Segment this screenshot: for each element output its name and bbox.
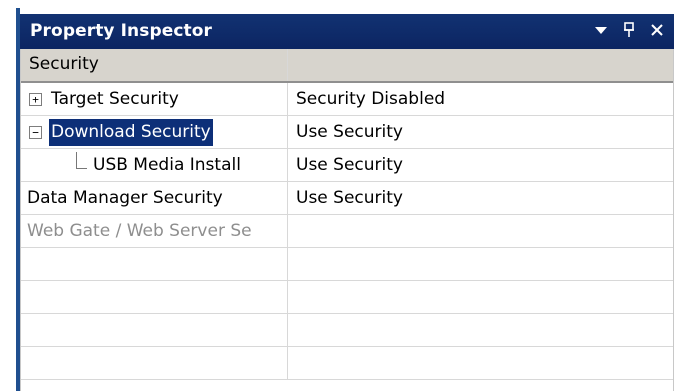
pin-icon-glyph: [624, 22, 634, 37]
property-value-cell[interactable]: Use Security: [288, 182, 673, 214]
property-name-cell[interactable]: − Download Security: [21, 116, 288, 148]
property-name: Web Gate / Web Server Se: [27, 221, 252, 241]
title-bar-controls: [592, 20, 666, 40]
property-name: USB Media Install: [93, 155, 241, 175]
property-value: Security Disabled: [296, 89, 446, 109]
panel-title: Property Inspector: [30, 21, 213, 41]
collapse-minus-icon[interactable]: −: [29, 125, 42, 139]
close-icon[interactable]: [648, 20, 666, 40]
tree-connector-icon: [76, 151, 87, 169]
empty-value-cell: [288, 248, 673, 280]
dropdown-arrow-icon[interactable]: [592, 20, 610, 40]
property-value: Use Security: [296, 155, 403, 175]
empty-name-cell: [21, 248, 288, 280]
pin-icon[interactable]: [620, 20, 638, 40]
property-value: Use Security: [296, 188, 403, 208]
header-security: Security: [21, 49, 288, 81]
table-row-download-security[interactable]: − Download Security Use Security: [21, 116, 673, 149]
title-bar[interactable]: Property Inspector: [20, 14, 674, 49]
table-row-empty: [21, 347, 673, 380]
table-row-web-gate-security[interactable]: Web Gate / Web Server Se: [21, 215, 673, 248]
property-grid: Security + Target Security Security Disa…: [20, 49, 674, 391]
property-value: Use Security: [296, 122, 403, 142]
table-row-data-manager-security[interactable]: Data Manager Security Use Security: [21, 182, 673, 215]
property-name-cell[interactable]: + Target Security: [21, 83, 288, 115]
table-row-usb-media-install[interactable]: USB Media Install Use Security: [21, 149, 673, 182]
table-row-empty: [21, 314, 673, 347]
grid-rows: + Target Security Security Disabled − Do…: [21, 83, 673, 380]
empty-value-cell: [288, 281, 673, 313]
empty-name-cell: [21, 314, 288, 346]
property-inspector-window: Property Inspector Security + Target Sec…: [0, 0, 683, 391]
property-value-cell[interactable]: Use Security: [288, 149, 673, 181]
grid-header: Security: [21, 49, 673, 83]
empty-name-cell: [21, 347, 288, 379]
property-name-cell[interactable]: Web Gate / Web Server Se: [21, 215, 288, 247]
property-name: Target Security: [51, 89, 179, 109]
property-name-cell[interactable]: USB Media Install: [21, 149, 288, 181]
header-value: [288, 49, 673, 81]
empty-value-cell: [288, 347, 673, 379]
empty-value-cell: [288, 314, 673, 346]
property-name-cell[interactable]: Data Manager Security: [21, 182, 288, 214]
property-name: Data Manager Security: [27, 188, 223, 208]
selected-property-name: Download Security: [49, 118, 213, 146]
close-icon-glyph: [651, 24, 663, 36]
property-value-cell[interactable]: [288, 215, 673, 247]
table-row-empty: [21, 248, 673, 281]
empty-name-cell: [21, 281, 288, 313]
table-row-empty: [21, 281, 673, 314]
property-value-cell[interactable]: Use Security: [288, 116, 673, 148]
table-row-target-security[interactable]: + Target Security Security Disabled: [21, 83, 673, 116]
property-value-cell[interactable]: Security Disabled: [288, 83, 673, 115]
dropdown-arrow-icon-glyph: [595, 27, 607, 34]
expand-plus-icon[interactable]: +: [29, 92, 42, 106]
